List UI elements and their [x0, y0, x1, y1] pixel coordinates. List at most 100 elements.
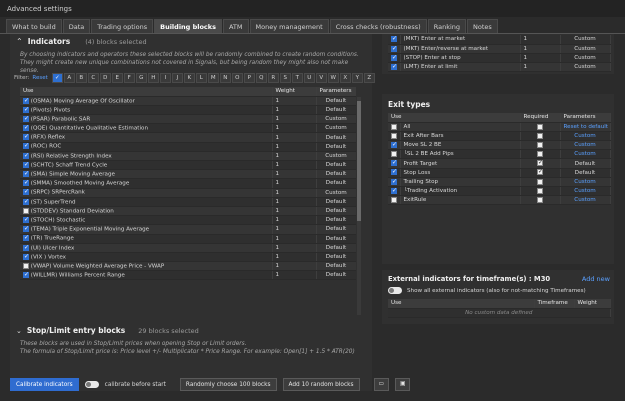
weight-cell[interactable]: 1: [272, 234, 317, 244]
parameters-cell[interactable]: Default: [316, 252, 356, 263]
weight-cell[interactable]: 1: [272, 132, 317, 143]
parameters-cell[interactable]: Custom: [316, 123, 356, 134]
use-checkbox[interactable]: [391, 35, 397, 43]
exit-parameters[interactable]: Custom: [560, 186, 611, 197]
weight-cell[interactable]: 1: [272, 114, 317, 125]
tab-money-management[interactable]: Money management: [249, 19, 329, 33]
use-checkbox[interactable]: [391, 63, 397, 70]
weight-cell[interactable]: 1: [272, 188, 317, 198]
scrollbar-thumb[interactable]: [357, 101, 361, 221]
indicator-name-cell[interactable]: (SCHTC) Schaff Trend Cycle: [20, 160, 273, 171]
table-row[interactable]: (TR) TrueRange 1Default: [20, 234, 356, 244]
parameters-cell[interactable]: Default: [316, 160, 356, 171]
entry-weight[interactable]: 1: [520, 53, 561, 64]
table-row[interactable]: (VWAP) Volume Weighted Average Price - V…: [20, 261, 356, 272]
table-row[interactable]: All Reset to default: [388, 122, 611, 132]
ext-col-weight[interactable]: Weight: [574, 299, 611, 309]
tab-ranking[interactable]: Ranking: [427, 19, 467, 33]
parameters-cell[interactable]: Default: [316, 132, 356, 143]
use-checkbox[interactable]: [23, 207, 29, 214]
weight-cell[interactable]: 1: [272, 160, 317, 171]
letter-filter-d[interactable]: D: [99, 73, 111, 83]
letter-filter-c[interactable]: C: [87, 73, 99, 83]
indicator-name-cell[interactable]: (TEMA) Triple Exponential Moving Average: [20, 224, 273, 235]
table-row[interactable]: (STDDEV) Standard Deviation 1 Default: [20, 206, 356, 217]
tab-building-blocks[interactable]: Building blocks: [154, 19, 222, 33]
show-all-toggle[interactable]: [388, 287, 402, 294]
use-checkbox[interactable]: [391, 132, 397, 139]
letter-filter-u[interactable]: U: [303, 73, 315, 83]
parameters-cell[interactable]: Default: [316, 206, 356, 217]
use-checkbox[interactable]: [23, 97, 29, 104]
use-checkbox[interactable]: [391, 151, 397, 158]
letter-filter-s[interactable]: S: [279, 73, 291, 83]
use-checkbox[interactable]: [23, 234, 29, 242]
save-icon[interactable]: ▣: [395, 378, 411, 391]
exit-parameters[interactable]: Custom: [560, 140, 611, 151]
tab-data[interactable]: Data: [62, 19, 91, 33]
indicator-name-cell[interactable]: (VIX ) Vortex: [20, 252, 273, 263]
parameters-cell[interactable]: Default: [316, 215, 356, 226]
table-row[interactable]: (MKT) Enter/reverse at market1Custom: [388, 44, 611, 54]
entry-parameters[interactable]: Custom: [560, 35, 611, 45]
weight-cell[interactable]: 1: [272, 270, 317, 281]
exit-parameters[interactable]: Reset to default: [560, 122, 611, 132]
use-checkbox[interactable]: [391, 197, 397, 204]
table-row[interactable]: (QQE) Quantitative Qualitative Estimatio…: [20, 123, 356, 134]
indicator-name-cell[interactable]: (ST) SuperTrend: [20, 197, 273, 207]
table-row[interactable]: Move SL 2 BE Custom: [388, 140, 611, 151]
letter-filter-a[interactable]: A: [63, 73, 75, 83]
table-row[interactable]: (TEMA) Triple Exponential Moving Average…: [20, 224, 356, 235]
table-row[interactable]: ExitRule Custom: [388, 195, 611, 206]
indicator-name-cell[interactable]: (UI) Ulcer Index: [20, 243, 273, 253]
indicator-name-cell[interactable]: (VWAP) Volume Weighted Average Price - V…: [20, 261, 273, 272]
table-row[interactable]: (LMT) Enter at limit1Custom: [388, 62, 611, 73]
indicator-name-cell[interactable]: (STDDEV) Standard Deviation: [20, 206, 273, 217]
entry-parameters[interactable]: Custom: [560, 53, 611, 64]
letter-filter-w[interactable]: W: [327, 73, 339, 83]
indicator-name-cell[interactable]: (STOCH) Stochastic: [20, 215, 273, 226]
parameters-cell[interactable]: Default: [316, 169, 356, 180]
use-checkbox[interactable]: [391, 54, 397, 61]
indicators-scrollbar[interactable]: [357, 97, 361, 315]
use-checkbox[interactable]: [391, 187, 397, 194]
use-checkbox[interactable]: [23, 244, 29, 251]
add-new-link[interactable]: Add new: [582, 275, 610, 283]
use-checkbox[interactable]: [391, 178, 397, 185]
random-choose-button[interactable]: Randomly choose 100 blocks: [179, 378, 277, 391]
parameters-cell[interactable]: Default: [316, 142, 356, 152]
parameters-cell[interactable]: Custom: [316, 151, 356, 162]
tab-trading-options[interactable]: Trading options: [91, 19, 154, 33]
entry-weight[interactable]: 1: [520, 35, 561, 45]
letter-filter-p[interactable]: P: [243, 73, 255, 83]
entry-parameters[interactable]: Custom: [560, 62, 611, 73]
add-random-button[interactable]: Add 10 random blocks: [282, 378, 360, 391]
weight-cell[interactable]: 1: [272, 151, 317, 162]
table-row[interactable]: (UI) Ulcer Index 1Default: [20, 243, 356, 253]
use-checkbox[interactable]: [23, 106, 29, 113]
exit-parameters[interactable]: Default: [560, 168, 611, 178]
exit-col-use[interactable]: Use: [388, 113, 521, 123]
folder-icon[interactable]: ▭: [373, 378, 389, 391]
parameters-cell[interactable]: Default: [316, 105, 356, 116]
use-checkbox[interactable]: [23, 253, 29, 260]
weight-cell[interactable]: 1: [272, 142, 317, 152]
indicator-name-cell[interactable]: (RSI) Relative Strength Index: [20, 151, 273, 162]
exit-parameters[interactable]: Custom: [560, 149, 611, 160]
use-checkbox[interactable]: [23, 188, 29, 196]
use-checkbox[interactable]: [23, 216, 29, 223]
tab-cross-checks-robustness[interactable]: Cross checks (robustness): [329, 19, 427, 33]
exit-parameters[interactable]: Custom: [560, 195, 611, 206]
table-row[interactable]: Stop Loss Default: [388, 168, 611, 178]
indicators-header[interactable]: ⌃ Indicators (4) blocks selected: [16, 37, 147, 46]
use-checkbox[interactable]: [23, 225, 29, 233]
exit-parameters[interactable]: Custom: [560, 131, 611, 142]
use-checkbox[interactable]: [23, 115, 29, 122]
entry-weight[interactable]: 1: [520, 44, 561, 54]
table-row[interactable]: (SCHTC) Schaff Trend Cycle 1Default: [20, 160, 356, 171]
exit-col-parameters[interactable]: Parameters: [560, 113, 611, 123]
table-row[interactable]: Profit Target Default: [388, 158, 611, 169]
letter-filter-f[interactable]: F: [123, 73, 135, 83]
letter-filter-z[interactable]: Z: [363, 73, 375, 83]
use-checkbox[interactable]: [391, 45, 397, 52]
